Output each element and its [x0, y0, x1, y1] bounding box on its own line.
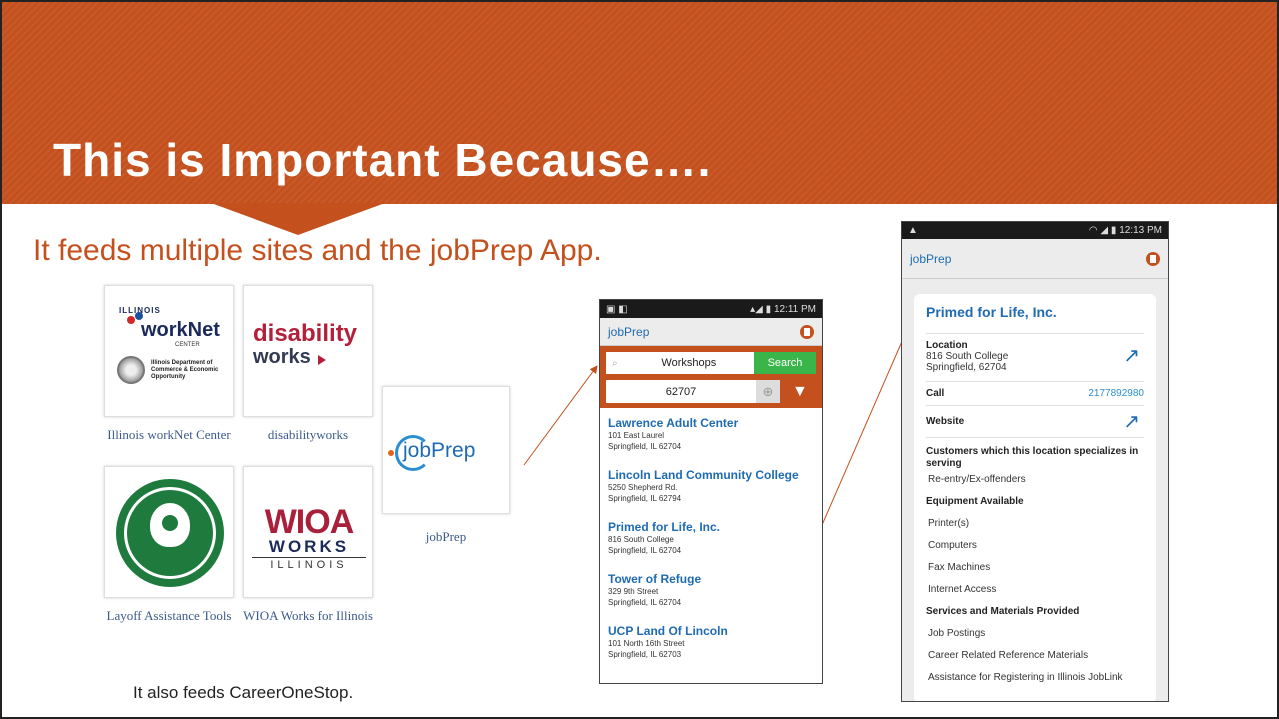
zip-input[interactable]: 62707: [606, 380, 756, 403]
detail-card: Primed for Life, Inc. Location 816 South…: [914, 294, 1156, 701]
result-item[interactable]: Lincoln Land Community College 5250 Shep…: [608, 468, 814, 520]
signal-icon: ◠ ◢ ▮: [1088, 225, 1120, 236]
bookmark-icon[interactable]: [800, 324, 814, 339]
warning-icon: ▲: [908, 225, 918, 236]
result-item[interactable]: Primed for Life, Inc. 816 South College …: [608, 520, 814, 572]
org-name: Primed for Life, Inc.: [926, 304, 1144, 334]
app-bar: jobPrep: [902, 239, 1168, 279]
service-item: Assistance for Registering in Illinois J…: [928, 672, 1123, 683]
phone-number-link[interactable]: 2177892980: [1088, 388, 1144, 399]
result-city: Springfield, IL 62704: [608, 598, 682, 607]
search-input[interactable]: ⌕ Workshops: [606, 352, 754, 374]
location-row[interactable]: Location 816 South College Springfield, …: [926, 334, 1144, 382]
equipment-label: Equipment Available: [926, 496, 1024, 507]
address-line2: Springfield, 62704: [926, 362, 1007, 373]
filter-icon[interactable]: ▼: [792, 383, 808, 401]
result-city: Springfield, IL 62704: [608, 546, 682, 555]
call-row[interactable]: Call 2177892980: [926, 382, 1144, 406]
service-item: Job Postings: [928, 628, 986, 639]
share-icon[interactable]: ↗: [1123, 346, 1140, 366]
arrow-to-search-screen: [523, 365, 598, 466]
result-name: Lawrence Adult Center: [608, 416, 739, 430]
services-label: Services and Materials Provided: [926, 606, 1080, 617]
status-bar: ▣ ◧ ▴◢ ▮ 12:11 PM: [600, 300, 822, 318]
search-panel: ⌕ Workshops Search 62707 ⊕ ▼: [600, 346, 822, 408]
service-item: Career Related Reference Materials: [928, 650, 1089, 661]
equipment-item: Internet Access: [928, 584, 997, 595]
website-row[interactable]: Website ↗: [926, 406, 1144, 438]
status-bar: ▲ ◠ ◢ ▮ 12:13 PM: [902, 222, 1168, 239]
bookmark-icon[interactable]: [1146, 251, 1160, 266]
result-name: Primed for Life, Inc.: [608, 520, 721, 534]
phone-detail-screen: ▲ ◠ ◢ ▮ 12:13 PM jobPrep Primed for Life…: [901, 221, 1169, 702]
status-time: 12:11 PM: [773, 303, 816, 315]
signal-icon: ▴◢ ▮: [750, 303, 774, 315]
app-logo: jobPrep: [910, 251, 952, 266]
equipment-item: Fax Machines: [928, 562, 991, 573]
result-city: Springfield, IL 62704: [608, 442, 682, 451]
call-label: Call: [926, 388, 945, 399]
website-label: Website: [926, 416, 965, 427]
share-icon[interactable]: ↗: [1123, 412, 1140, 432]
app-logo: jobPrep: [608, 324, 650, 339]
result-item[interactable]: Lawrence Adult Center 101 East Laurel Sp…: [608, 416, 814, 468]
result-street: 101 East Laurel: [608, 431, 665, 440]
location-label: Location: [926, 340, 968, 351]
equipment-item: Computers: [928, 540, 977, 551]
arrow-to-detail-screen: [821, 322, 911, 526]
address-line1: 816 South College: [926, 351, 1009, 362]
app-bar: jobPrep: [600, 318, 822, 346]
results-list: Lawrence Adult Center 101 East Laurel Sp…: [600, 408, 822, 676]
locate-icon[interactable]: ⊕: [756, 380, 780, 403]
search-icon: ⌕: [612, 357, 618, 369]
result-item[interactable]: Tower of Refuge 329 9th Street Springfie…: [608, 572, 814, 624]
result-city: Springfield, IL 62794: [608, 494, 682, 503]
result-item[interactable]: UCP Land Of Lincoln 101 North 16th Stree…: [608, 624, 814, 676]
result-name: Lincoln Land Community College: [608, 468, 799, 482]
result-street: 816 South College: [608, 535, 674, 544]
equipment-item: Printer(s): [928, 518, 970, 529]
customer-item: Re-entry/Ex-offenders: [928, 474, 1026, 485]
result-name: Tower of Refuge: [608, 572, 702, 586]
search-button[interactable]: Search: [754, 352, 816, 374]
result-street: 5250 Shepherd Rd.: [608, 483, 678, 492]
customers-label: Customers which this location specialize…: [926, 446, 1139, 469]
notification-icons: ▣ ◧: [606, 303, 628, 315]
phone-search-screen: ▣ ◧ ▴◢ ▮ 12:11 PM jobPrep ⌕ Workshops Se…: [599, 299, 823, 684]
status-time: 12:13 PM: [1119, 225, 1162, 236]
result-street: 329 9th Street: [608, 587, 659, 596]
result-name: UCP Land Of Lincoln: [608, 624, 728, 638]
result-street: 101 North 16th Street: [608, 639, 685, 648]
result-city: Springfield, IL 62703: [608, 650, 682, 659]
